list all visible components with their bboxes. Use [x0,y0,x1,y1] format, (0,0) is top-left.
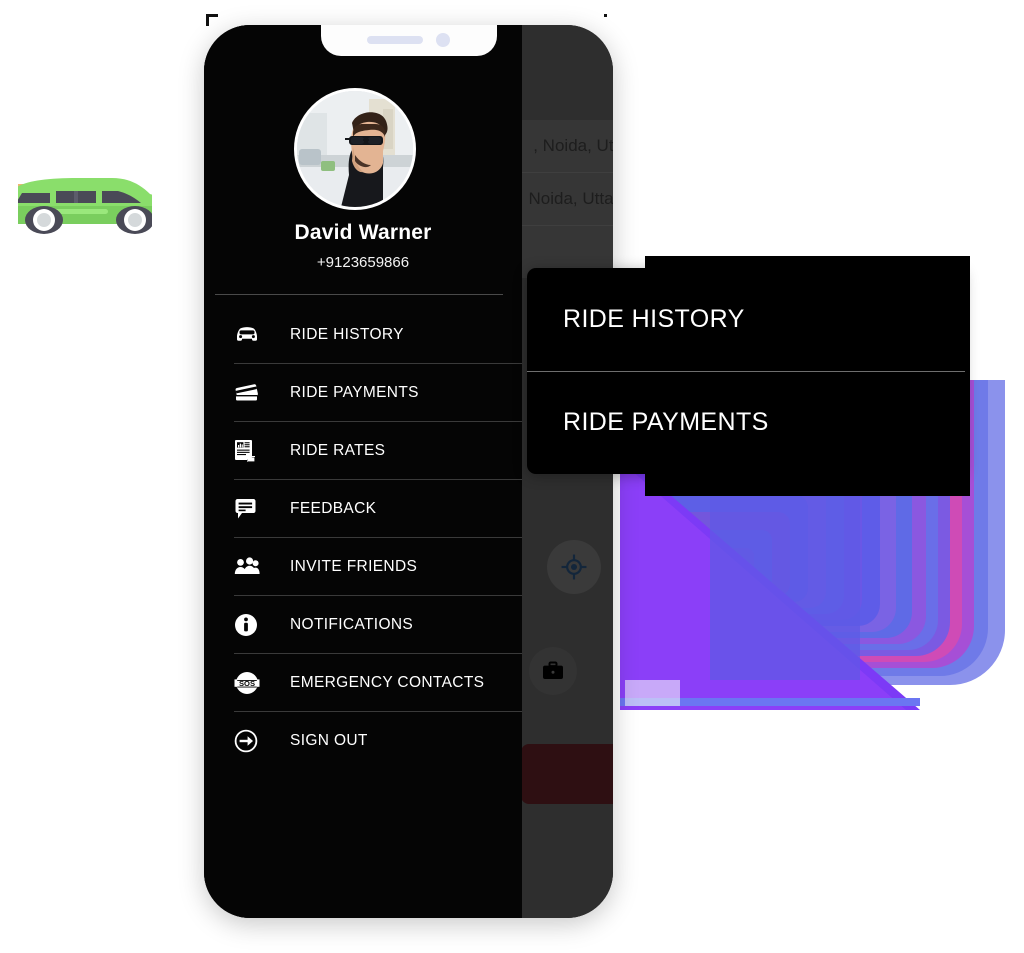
menu-item-feedback[interactable]: FEEDBACK [234,480,522,538]
menu-item-sign-out[interactable]: SIGN OUT [234,712,522,769]
locate-me-button[interactable] [547,540,601,594]
address-text: , Noida, Utt. [533,136,613,155]
callout-item-ride-history[interactable]: RIDE HISTORY [527,268,965,372]
gps-target-icon [561,554,587,580]
user-name: David Warner [294,221,432,244]
corner-mark-top-right [604,14,607,17]
info-circle-icon [204,613,268,637]
car-icon [204,325,268,345]
user-phone: +9123659866 [316,254,410,271]
front-camera-dot [436,33,450,47]
car-icon [18,178,152,234]
callout-label: RIDE HISTORY [563,304,745,333]
sos-circle-icon: SOS [204,671,268,695]
people-group-icon [204,556,268,577]
screenshot-stage: , Noida, Utt. Noida, Utta.. [0,0,1024,953]
menu-item-notifications[interactable]: NOTIFICATIONS [234,596,522,654]
menu-item-label: FEEDBACK [290,499,377,517]
menu-item-label: EMERGENCY CONTACTS [290,673,485,691]
menu-item-label: RIDE PAYMENTS [290,383,419,401]
briefcase-icon [543,661,563,679]
credit-card-icon [204,383,268,403]
chat-bubble-icon [204,498,268,520]
green-car-illustration [18,176,152,234]
earpiece-speaker [367,36,423,44]
menu-item-ride-payments[interactable]: RIDE PAYMENTS [234,364,522,422]
user-avatar-photo [297,91,413,207]
address-text: Noida, Utta.. [528,189,614,208]
profile-divider [215,294,503,295]
menu-item-label: SIGN OUT [290,731,368,749]
menu-item-emergency-contacts[interactable]: SOS EMERGENCY CONTACTS [234,654,522,712]
side-navigation-drawer: David Warner +9123659866 RIDE HISTORY RI… [204,25,522,918]
menu-item-invite-friends[interactable]: INVITE FRIENDS [234,538,522,596]
callout-label: RIDE PAYMENTS [563,408,769,437]
menu-item-ride-history[interactable]: RIDE HISTORY [234,306,522,364]
menu-item-label: RIDE HISTORY [290,325,404,343]
avatar[interactable] [294,88,416,210]
menu-item-ride-rates[interactable]: RIDE RATES [234,422,522,480]
sign-out-arrow-icon [204,729,268,753]
menu-item-label: INVITE FRIENDS [290,557,418,575]
confirm-ride-button[interactable] [521,744,613,804]
callout-card-front: RIDE HISTORY RIDE PAYMENTS [527,268,965,474]
phone-notch [320,25,497,56]
work-place-button[interactable] [529,647,577,695]
menu-item-label: NOTIFICATIONS [290,615,414,633]
document-rates-icon [204,439,268,463]
menu-item-label: RIDE RATES [290,441,386,459]
drawer-menu-list: RIDE HISTORY RIDE PAYMENTS RIDE RATES FE… [204,306,522,769]
callout-item-ride-payments[interactable]: RIDE PAYMENTS [527,372,965,475]
